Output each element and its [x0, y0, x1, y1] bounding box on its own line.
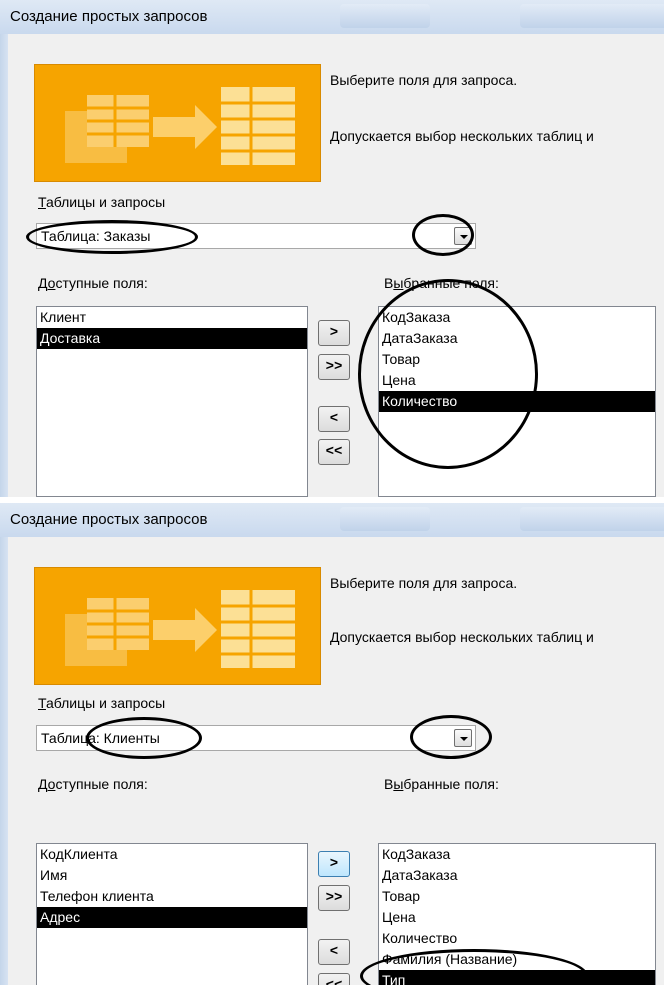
dropdown-arrow-icon[interactable] — [454, 227, 472, 245]
remove-all-fields-button[interactable]: << — [318, 439, 350, 465]
list-item[interactable]: Имя — [37, 865, 307, 886]
add-field-button[interactable]: > — [318, 320, 350, 346]
tables-transfer-icon — [65, 590, 295, 668]
title-bar: Создание простых запросов — [0, 0, 664, 34]
tables-queries-select[interactable]: Таблица: Клиенты — [36, 725, 476, 751]
instruction-hint: Допускается выбор нескольких таблиц и — [330, 128, 594, 144]
title-bar-decoration — [340, 4, 430, 28]
query-wizard-dialog-1: Создание простых запросов Выберите поля … — [0, 0, 664, 497]
instruction-text: Выберите поля для запроса. — [330, 575, 518, 591]
available-fields-label: Доступные поля: — [38, 275, 148, 291]
list-item-selected[interactable]: Доставка — [37, 328, 307, 349]
window-frame — [0, 537, 8, 985]
add-all-fields-button[interactable]: >> — [318, 885, 350, 911]
list-item[interactable]: КодЗаказа — [379, 307, 655, 328]
tables-queries-select[interactable]: Таблица: Заказы — [36, 223, 476, 249]
wizard-illustration — [34, 567, 321, 685]
selected-fields-list[interactable]: КодЗаказа ДатаЗаказа Товар Цена Количест… — [378, 306, 656, 497]
title-bar-decoration — [340, 507, 430, 531]
list-item[interactable]: КодЗаказа — [379, 844, 655, 865]
add-all-fields-button[interactable]: >> — [318, 354, 350, 380]
instruction-hint: Допускается выбор нескольких таблиц и — [330, 629, 594, 645]
remove-field-button[interactable]: < — [318, 939, 350, 965]
dialog-title: Создание простых запросов — [10, 511, 208, 528]
list-item[interactable]: ДатаЗаказа — [379, 328, 655, 349]
title-bar-decoration — [520, 507, 664, 531]
list-item[interactable]: КодКлиента — [37, 844, 307, 865]
list-item[interactable]: Цена — [379, 370, 655, 391]
query-wizard-dialog-2: Создание простых запросов Выберите поля … — [0, 503, 664, 985]
remove-all-fields-button[interactable]: << — [318, 973, 350, 985]
window-frame — [0, 34, 8, 497]
tables-queries-label: Таблицы и запросы — [38, 695, 166, 711]
list-item[interactable]: Фамилия (Название) — [379, 949, 655, 970]
list-item[interactable]: Количество — [379, 928, 655, 949]
list-item[interactable]: ДатаЗаказа — [379, 865, 655, 886]
available-fields-label: Доступные поля: — [38, 776, 148, 792]
selected-fields-list[interactable]: КодЗаказа ДатаЗаказа Товар Цена Количест… — [378, 843, 656, 985]
list-item[interactable]: Товар — [379, 886, 655, 907]
dialog-content: Выберите поля для запроса. Допускается в… — [8, 34, 664, 497]
list-item[interactable]: Телефон клиента — [37, 886, 307, 907]
instruction-text: Выберите поля для запроса. — [330, 72, 518, 88]
list-item-selected[interactable]: Тип — [379, 970, 655, 985]
dialog-title: Создание простых запросов — [10, 8, 208, 25]
dropdown-arrow-icon[interactable] — [454, 729, 472, 747]
tables-transfer-icon — [65, 87, 295, 165]
add-field-button[interactable]: > — [318, 851, 350, 877]
tables-queries-label: Таблицы и запросы — [38, 194, 166, 210]
list-item-selected[interactable]: Адрес — [37, 907, 307, 928]
list-item[interactable]: Цена — [379, 907, 655, 928]
dialog-content: Выберите поля для запроса. Допускается в… — [8, 537, 664, 985]
available-fields-list[interactable]: Клиент Доставка — [36, 306, 308, 497]
remove-field-button[interactable]: < — [318, 406, 350, 432]
list-item[interactable]: Клиент — [37, 307, 307, 328]
title-bar: Создание простых запросов — [0, 503, 664, 537]
selected-fields-label: Выбранные поля: — [384, 776, 499, 792]
list-item-selected[interactable]: Количество — [379, 391, 655, 412]
tables-queries-value: Таблица: Клиенты — [41, 730, 160, 746]
title-bar-decoration — [520, 4, 664, 28]
list-item[interactable]: Товар — [379, 349, 655, 370]
selected-fields-label: Выбранные поля: — [384, 275, 499, 291]
wizard-illustration — [34, 64, 321, 182]
tables-queries-value: Таблица: Заказы — [41, 228, 151, 244]
available-fields-list[interactable]: КодКлиента Имя Телефон клиента Адрес — [36, 843, 308, 985]
